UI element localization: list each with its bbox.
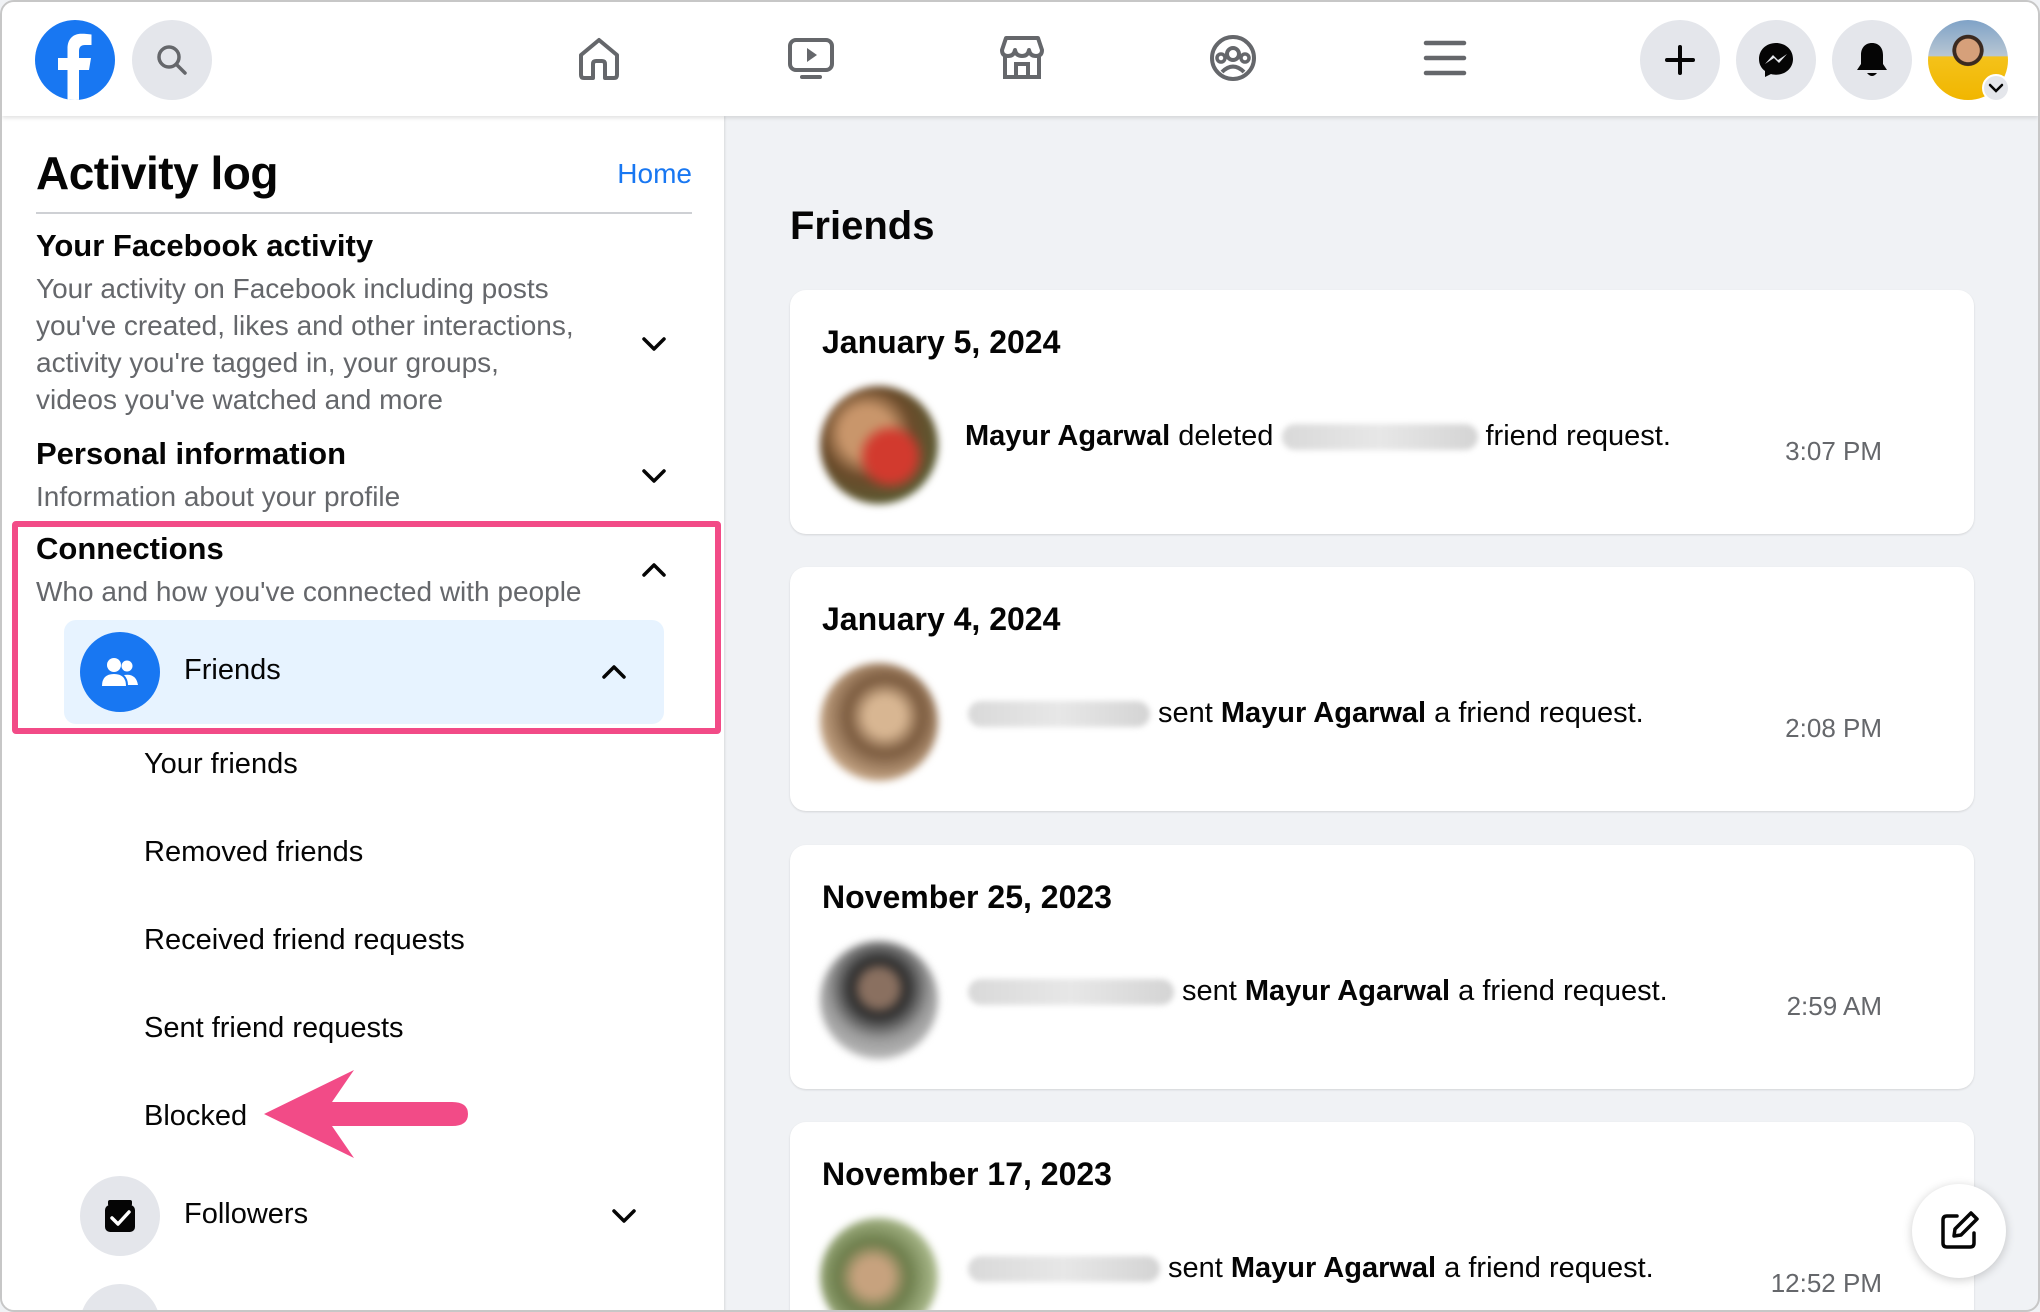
suffix-text: a friend request. [1434,697,1644,729]
card-date: November 25, 2023 [822,879,1112,915]
desc-line: Information about your profile [36,481,401,512]
desc-line: you've created, likes and other interact… [36,310,574,341]
card-time: 12:52 PM [1770,1268,1882,1298]
activity-card: January 5, 2024 Mayur Agarwal deleted fr… [790,290,1974,534]
card-time: 2:59 AM [1786,991,1882,1021]
actor-name[interactable]: Mayur Agarwal [965,420,1170,452]
account-chevron-down-icon[interactable] [1982,74,2010,102]
section-personal-info-desc: Information about your profile [36,478,616,515]
avatar[interactable] [820,386,938,504]
avatar[interactable] [820,1218,938,1310]
card-date: November 17, 2023 [822,1156,1112,1192]
card-text: Mayur Agarwal deleted friend request. [965,420,1671,453]
card-date: January 5, 2024 [822,324,1061,360]
sub-item-removed-friends[interactable]: Removed friends [144,836,363,869]
target-name[interactable]: Mayur Agarwal [1231,1252,1436,1284]
chevron-down-icon[interactable] [634,456,674,496]
search-icon[interactable] [132,20,212,100]
target-name[interactable]: Mayur Agarwal [1221,697,1426,729]
blurred-name [1281,424,1478,451]
action-text: deleted [1178,420,1274,452]
prefix-text: sent [1168,1252,1223,1284]
followers-icon [80,1176,160,1256]
pointer-arrow-icon [264,1070,468,1158]
activity-card: November 17, 2023 sent Mayur Agarwal a f… [790,1122,1974,1310]
section-facebook-activity-heading[interactable]: Your Facebook activity [36,228,373,264]
avatar[interactable] [820,663,938,781]
desc-line: activity you're tagged in, your groups, [36,347,499,378]
prefix-text: sent [1182,975,1237,1007]
sub-item-received-requests[interactable]: Received friend requests [144,924,465,957]
messenger-icon[interactable] [1736,20,1816,100]
suffix-text: friend request. [1485,420,1671,452]
marketplace-icon[interactable] [992,28,1052,88]
activity-card: January 4, 2024 sent Mayur Agarwal a fri… [790,567,1974,811]
followers-label[interactable]: Followers [184,1198,308,1231]
home-icon[interactable] [569,28,629,88]
desc-line: Your activity on Facebook including post… [36,273,549,304]
menu-icon[interactable] [1415,28,1475,88]
card-time: 2:08 PM [1785,713,1882,743]
blurred-name [968,1256,1160,1283]
groups-icon[interactable] [1203,28,1263,88]
sidebar-title: Activity log [36,147,278,199]
card-time: 3:07 PM [1785,436,1882,466]
top-navigation-bar [2,2,2038,116]
watch-icon[interactable] [781,28,841,88]
connections-highlight-box [12,521,721,734]
card-text: sent Mayur Agarwal a friend request. [968,697,1644,730]
section-personal-info-heading[interactable]: Personal information [36,436,346,472]
prefix-text: sent [1158,697,1213,729]
page-title: Friends [790,204,935,248]
blurred-name [968,979,1174,1006]
suffix-text: a friend request. [1444,1252,1654,1284]
card-text: sent Mayur Agarwal a friend request. [968,975,1668,1008]
desc-line: videos you've watched and more [36,384,443,415]
section-facebook-activity-desc: Your activity on Facebook including post… [36,270,616,418]
card-text: sent Mayur Agarwal a friend request. [968,1252,1654,1285]
chevron-down-icon[interactable] [604,1196,644,1236]
sub-item-sent-requests[interactable]: Sent friend requests [144,1012,404,1045]
sub-item-blocked[interactable]: Blocked [144,1100,247,1133]
sidebar-divider [36,212,692,214]
avatar[interactable] [820,941,938,1059]
sub-item-your-friends[interactable]: Your friends [144,748,298,781]
facebook-logo-icon[interactable] [35,20,115,100]
browser-frame: Activity log Home Your Facebook activity… [0,0,2040,1312]
home-link[interactable]: Home [617,158,692,190]
chevron-down-icon[interactable] [634,324,674,364]
blurred-name [968,701,1150,728]
suffix-text: a friend request. [1458,975,1668,1007]
activity-card: November 25, 2023 sent Mayur Agarwal a f… [790,845,1974,1089]
notifications-icon[interactable] [1832,20,1912,100]
target-name[interactable]: Mayur Agarwal [1245,975,1450,1007]
card-date: January 4, 2024 [822,601,1061,637]
compose-message-icon[interactable] [1912,1184,2006,1278]
next-category-icon [80,1284,160,1310]
create-icon[interactable] [1640,20,1720,100]
